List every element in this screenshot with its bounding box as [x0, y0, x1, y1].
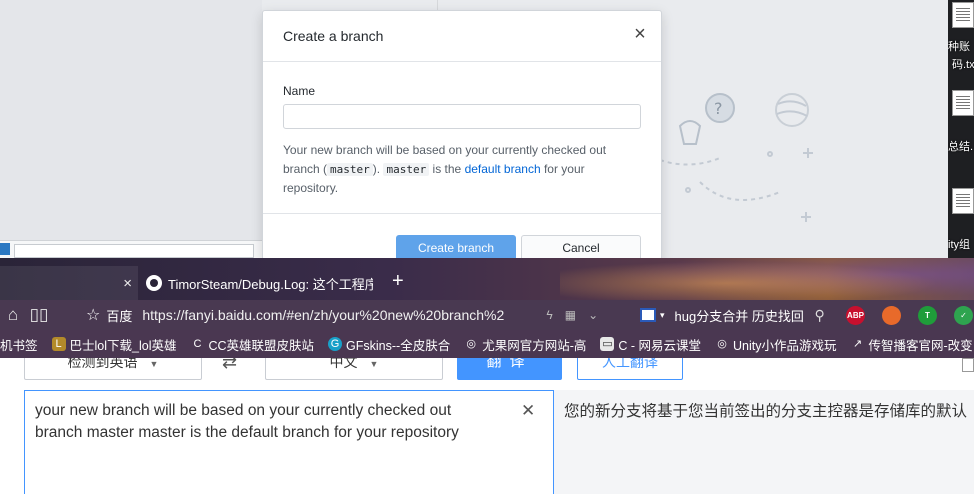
bookmark-label: 传智播客官网-改变	[868, 338, 973, 353]
filter-bar	[0, 240, 262, 258]
shield-check-icon[interactable]: ✓	[954, 306, 973, 325]
desktop-label: 种账	[948, 41, 970, 53]
bookmark-item[interactable]: G GFskins--全皮肤合	[328, 335, 450, 354]
close-icon[interactable]: ×	[631, 23, 649, 45]
hint-text-2: ).	[372, 162, 384, 176]
tab-bar: × TimorSteam/Debug.Log: 这个工程序 +	[0, 258, 974, 300]
chevron-down-icon[interactable]: ⌄	[588, 308, 598, 322]
source-text-area[interactable]: your new branch will be based on your cu…	[24, 390, 554, 494]
globe-icon: ◎	[717, 338, 727, 350]
caret-down-icon: ▼	[149, 359, 159, 369]
text-file-icon[interactable]	[952, 2, 974, 28]
game-icon[interactable]	[882, 306, 901, 325]
human-translate-button[interactable]: 人工翻译	[577, 358, 683, 380]
filter-input[interactable]	[14, 244, 254, 258]
branch-hint-text: Your new branch will be based on your cu…	[283, 141, 623, 198]
filter-icon	[0, 243, 10, 255]
caret-down-icon: ▼	[369, 359, 379, 369]
dialog-title: Create a branch	[283, 28, 384, 44]
qr-code-icon[interactable]: ▦	[565, 308, 576, 322]
create-branch-button[interactable]: Create branch	[396, 235, 516, 258]
tab-previous[interactable]: ×	[0, 266, 138, 300]
source-language-label: 检测到英语	[67, 358, 138, 370]
empty-state-illustration: ?	[643, 79, 813, 222]
default-branch-link[interactable]: default branch	[465, 162, 541, 176]
desktop-label: ity组	[948, 239, 970, 251]
abp-icon[interactable]: ABP	[846, 306, 865, 325]
theme-artwork	[560, 258, 974, 300]
svg-text:?: ?	[714, 99, 723, 118]
search-box[interactable]: ▾ hug分支合并 历史找回 ⚲	[640, 304, 832, 326]
t-icon[interactable]: T	[918, 306, 937, 325]
branch-code-current: master	[327, 163, 373, 176]
branch-code-default: master	[383, 163, 430, 176]
bookmark-label: CC英雄联盟皮肤站	[208, 338, 315, 353]
desktop-icons: 种账 码.tx 总结. ity组	[948, 0, 974, 258]
bookmark-item[interactable]: C CC英雄联盟皮肤站	[190, 335, 315, 354]
github-desktop-window: ? Create a branch × Name Your new branch…	[0, 0, 948, 258]
folder-icon: ▭	[600, 337, 615, 351]
reader-book-icon[interactable]: ▯▯	[26, 305, 52, 325]
bookmark-label: 机书签	[0, 338, 38, 353]
browser-window: × TimorSteam/Debug.Log: 这个工程序 + ⌂ ▯▯ ☆ 百…	[0, 258, 974, 494]
bookmark-label: Unity小作品游戏玩	[733, 338, 837, 353]
bookmark-label: GFskins--全皮肤合	[346, 338, 451, 353]
gfskins-icon: G	[328, 337, 343, 351]
dialog-footer: Create branch Cancel	[263, 213, 661, 258]
url-text[interactable]: https://fanyi.baidu.com/#en/zh/your%20ne…	[142, 307, 534, 323]
search-query[interactable]: hug分支合并 历史找回	[675, 306, 809, 325]
target-language-label: 中文	[329, 358, 358, 370]
cancel-button[interactable]: Cancel	[521, 235, 641, 258]
clear-icon[interactable]: ✕	[521, 401, 535, 421]
globe-icon: ◎	[466, 338, 477, 350]
text-file-icon[interactable]	[952, 90, 974, 116]
bookmark-label: C - 网易云课堂	[618, 338, 702, 353]
desktop-label: 总结.	[948, 141, 974, 153]
hint-text-3: is the	[429, 162, 465, 176]
address-bar[interactable]: ☆ 百度 https://fanyi.baidu.com/#en/zh/your…	[82, 302, 632, 328]
branch-name-input[interactable]	[283, 104, 641, 129]
tab-title: TimorSteam/Debug.Log: 这个工程序	[168, 276, 373, 292]
option-checkbox[interactable]	[962, 358, 974, 372]
bookmark-item[interactable]: ↗ 传智播客官网-改变	[851, 335, 973, 354]
bookmark-item[interactable]: ◎ 尤果网官方网站-高	[464, 335, 586, 354]
translate-page: 检测到英语 ▼ ⇄ 中文 ▼ 翻译 人工翻译 your new branch wil…	[0, 358, 974, 494]
source-text[interactable]: your new branch will be based on your cu…	[35, 400, 495, 444]
text-file-icon[interactable]	[952, 188, 974, 214]
lightning-icon[interactable]: ϟ	[546, 308, 552, 322]
swap-languages-icon[interactable]: ⇄	[222, 358, 237, 373]
github-icon	[146, 275, 162, 291]
bookmarks-bar: 机书签 L 巴士lol下载_lol英雄 C CC英雄联盟皮肤站 G GFskins--…	[0, 330, 974, 358]
translate-button[interactable]: 翻译	[457, 358, 562, 380]
target-language-select[interactable]: 中文 ▼	[265, 358, 443, 380]
search-engine-icon[interactable]	[640, 308, 656, 322]
arrow-icon: ↗	[852, 338, 863, 350]
cc-icon: C	[193, 338, 202, 350]
name-label: Name	[283, 84, 316, 98]
bookmark-label: 巴士lol下载_lol英雄	[69, 338, 177, 353]
bookmark-label: 尤果网官方网站-高	[482, 338, 587, 353]
search-icon[interactable]: ⚲	[815, 307, 825, 324]
bookmark-item[interactable]: ▭ C - 网易云课堂	[600, 335, 701, 354]
desktop-label: 码.tx	[952, 59, 974, 71]
source-language-select[interactable]: 检测到英语 ▼	[24, 358, 202, 380]
result-text: 您的新分支将基于您当前签出的分支主控器是存储库的默认	[564, 403, 968, 420]
tab-github[interactable]: TimorSteam/Debug.Log: 这个工程序	[138, 266, 384, 300]
new-tab-plus-icon[interactable]: +	[392, 270, 404, 293]
create-branch-dialog: Create a branch × Name Your new branch w…	[262, 10, 662, 258]
close-icon[interactable]: ×	[123, 275, 132, 292]
bookmark-item[interactable]: ◎ Unity小作品游戏玩	[715, 335, 836, 354]
lol-icon: L	[51, 337, 66, 351]
dialog-header: Create a branch ×	[263, 11, 661, 62]
result-area: 您的新分支将基于您当前签出的分支主控器是存储库的默认	[554, 390, 974, 494]
navigation-bar: ⌂ ▯▯ ☆ 百度 https://fanyi.baidu.com/#en/zh…	[0, 300, 974, 330]
engine-dropdown-icon[interactable]: ▾	[660, 310, 665, 321]
bookmark-item[interactable]: 机书签	[0, 335, 38, 354]
repository-side-panel	[0, 0, 262, 258]
site-tag: 百度	[106, 308, 133, 324]
home-icon[interactable]: ⌂	[0, 305, 26, 325]
bookmark-star-icon[interactable]: ☆	[86, 305, 100, 325]
bookmark-item[interactable]: L 巴士lol下载_lol英雄	[51, 335, 177, 354]
dialog-body: Name Your new branch will be based on yo…	[263, 62, 661, 198]
